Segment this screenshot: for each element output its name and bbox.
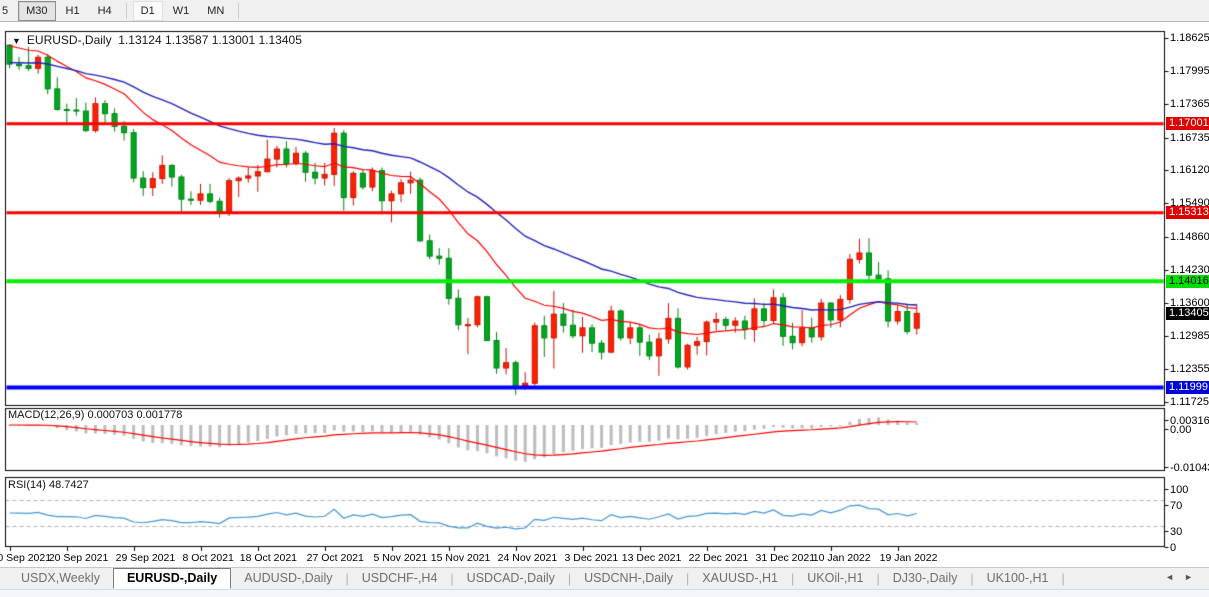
- price-chart-canvas[interactable]: [0, 0, 1209, 597]
- macd-indicator-label: MACD(12,26,9) 0.000703 0.001778: [8, 409, 182, 421]
- price-badge-1.17001: 1.17001: [1166, 117, 1209, 130]
- chart-tab-usdcnh-daily[interactable]: USDCNH-,Daily: [571, 569, 686, 588]
- price-tick: 1.16120: [1170, 164, 1209, 176]
- toolbar-separator: [126, 3, 127, 19]
- status-bar: [0, 589, 1209, 597]
- price-badge-1.11999: 1.11999: [1166, 381, 1209, 394]
- timeframe-button-h1[interactable]: H1: [58, 1, 88, 21]
- symbol-label: EURUSD-,Daily: [27, 33, 112, 47]
- chart-tab-eurusd-daily[interactable]: EURUSD-,Daily: [113, 568, 231, 589]
- date-tick-label: 5 Nov 2021: [374, 552, 428, 564]
- macd-value-main: 0.000703: [87, 409, 133, 421]
- price-tick: 1.12985: [1170, 330, 1209, 342]
- rsi-axis-tick: 70: [1170, 500, 1182, 512]
- date-tick-label: 24 Nov 2021: [498, 552, 558, 564]
- price-tick: 1.11725: [1170, 396, 1209, 408]
- date-tick-label: 3 Dec 2021: [565, 552, 619, 564]
- price-tick: 1.18625: [1170, 32, 1209, 44]
- rsi-value: 48.7427: [49, 479, 89, 491]
- timeframe-button-d1[interactable]: D1: [133, 1, 163, 21]
- rsi-axis-tick: 0: [1170, 542, 1176, 554]
- price-tick: 1.12355: [1170, 363, 1209, 375]
- date-tick-label: 8 Oct 2021: [183, 552, 234, 564]
- price-tick: 1.14860: [1170, 231, 1209, 243]
- chart-tab-usdx-weekly[interactable]: USDX,Weekly: [8, 569, 113, 588]
- price-tick: 1.17995: [1170, 65, 1209, 77]
- rsi-axis-tick: 30: [1170, 526, 1182, 538]
- timeframe-button-h4[interactable]: H4: [90, 1, 120, 21]
- chart-tab-uk100-h1[interactable]: UK100-,H1: [974, 569, 1062, 588]
- macd-axis-tick: 0.00: [1170, 424, 1191, 436]
- mt4-chart-window: 5M30H1H4 D1W1MN ▼ EURUSD-,Daily 1.13124 1.…: [0, 0, 1209, 597]
- chart-tab-bar: USDX,WeeklyEURUSD-,DailyAUDUSD-,Daily | US…: [0, 567, 1209, 589]
- date-tick-label: 18 Oct 2021: [240, 552, 297, 564]
- date-tick-label: 27 Oct 2021: [307, 552, 364, 564]
- chart-tab-usdcad-daily[interactable]: USDCAD-,Daily: [454, 569, 568, 588]
- date-tick-label: 10 Jan 2022: [813, 552, 871, 564]
- date-tick-label: 13 Dec 2021: [622, 552, 682, 564]
- ohlc-open: 1.13124: [118, 33, 161, 47]
- date-tick-label: 29 Sep 2021: [116, 552, 176, 564]
- date-tick-label: 19 Jan 2022: [880, 552, 938, 564]
- date-tick-label: 15 Nov 2021: [431, 552, 491, 564]
- macd-axis-tick: -0.010431: [1170, 462, 1209, 474]
- timeframe-button-mn[interactable]: MN: [199, 1, 232, 21]
- timeframe-toolbar: 5M30H1H4 D1W1MN: [0, 0, 1209, 22]
- price-badge-1.14016: 1.14016: [1166, 275, 1209, 288]
- ohlc-high: 1.13587: [165, 33, 208, 47]
- rsi-axis-tick: 100: [1170, 484, 1188, 496]
- price-badge-1.13405: 1.13405: [1166, 307, 1209, 320]
- timeframe-button-5[interactable]: 5: [0, 1, 16, 21]
- price-tick: 1.17365: [1170, 98, 1209, 110]
- timeframe-button-m30[interactable]: M30: [18, 1, 55, 21]
- tab-divider: |: [1061, 572, 1064, 586]
- symbol-dropdown-icon[interactable]: ▼: [12, 36, 21, 46]
- toolbar-separator: [238, 3, 239, 19]
- chart-tab-xauusd-h1[interactable]: XAUUSD-,H1: [689, 569, 791, 588]
- date-tick-label: 31 Dec 2021: [756, 552, 816, 564]
- chart-tab-usdchf-h4[interactable]: USDCHF-,H4: [349, 569, 451, 588]
- chart-title: ▼ EURUSD-,Daily 1.13124 1.13587 1.13001 1…: [12, 33, 302, 47]
- date-tick-label: 22 Dec 2021: [689, 552, 749, 564]
- tab-scroll-arrows[interactable]: ◄►: [1165, 572, 1203, 582]
- chart-tab-audusd-daily[interactable]: AUDUSD-,Daily: [231, 569, 345, 588]
- chart-tab-dj30-daily[interactable]: DJ30-,Daily: [880, 569, 971, 588]
- price-tick: 1.16735: [1170, 132, 1209, 144]
- ohlc-close: 1.13405: [258, 33, 301, 47]
- price-badge-1.15313: 1.15313: [1166, 206, 1209, 219]
- date-tick-label: 20 Sep 2021: [49, 552, 109, 564]
- ohlc-low: 1.13001: [212, 33, 255, 47]
- rsi-indicator-label: RSI(14) 48.7427: [8, 479, 89, 491]
- macd-value-signal: 0.001778: [136, 409, 182, 421]
- date-tick-label: 10 Sep 2021: [0, 552, 51, 564]
- chart-tab-ukoil-h1[interactable]: UKOil-,H1: [794, 569, 876, 588]
- timeframe-button-w1[interactable]: W1: [165, 1, 198, 21]
